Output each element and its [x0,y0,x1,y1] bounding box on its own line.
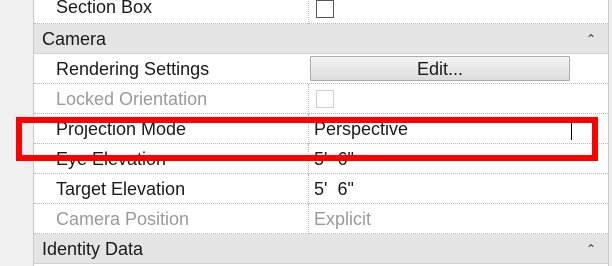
text-cursor [571,118,572,140]
section-box-value [308,0,608,24]
camera-position-value: Explicit [314,209,372,229]
target-elevation-row[interactable]: Target Elevation 5' 6" [34,174,608,204]
locked-orientation-value [308,84,608,114]
camera-group-header[interactable]: Camera ⌃ [34,24,608,54]
locked-orientation-label: Locked Orientation [56,89,208,109]
collapse-chevron-icon[interactable]: ⌃ [586,24,596,54]
target-elevation-label: Target Elevation [56,179,186,199]
identity-data-group-header[interactable]: Identity Data ⌃ [34,234,608,264]
camera-position-field: Explicit [308,204,608,234]
edit-button[interactable]: Edit... [310,56,570,81]
target-elevation-value: 5' 6" [314,179,354,199]
identity-data-group-label: Identity Data [42,239,144,259]
eye-elevation-field[interactable]: 5' 6" [308,144,608,174]
camera-position-row: Camera Position Explicit [34,204,608,234]
eye-elevation-value: 5' 6" [314,149,354,169]
section-box-row[interactable]: Section Box [34,0,608,24]
locked-orientation-row: Locked Orientation [34,84,608,114]
camera-group-label: Camera [42,29,107,49]
camera-position-label: Camera Position [56,209,190,229]
eye-elevation-label: Eye Elevation [56,149,167,169]
rendering-settings-label: Rendering Settings [56,59,210,79]
projection-mode-field[interactable]: Perspective [308,114,608,144]
eye-elevation-row[interactable]: Eye Elevation 5' 6" [34,144,608,174]
projection-mode-value: Perspective [314,119,409,139]
section-box-label: Section Box [56,0,153,17]
section-box-checkbox[interactable] [316,0,334,18]
properties-panel: Section Box Camera ⌃ Rendering Settings … [33,0,609,266]
projection-mode-row[interactable]: Projection Mode Perspective [34,114,608,144]
collapse-chevron-icon[interactable]: ⌃ [586,234,596,264]
locked-orientation-checkbox [316,89,334,108]
rendering-settings-row: Rendering Settings Edit... [34,54,608,84]
target-elevation-field[interactable]: 5' 6" [308,174,608,204]
projection-mode-label: Projection Mode [56,119,187,139]
